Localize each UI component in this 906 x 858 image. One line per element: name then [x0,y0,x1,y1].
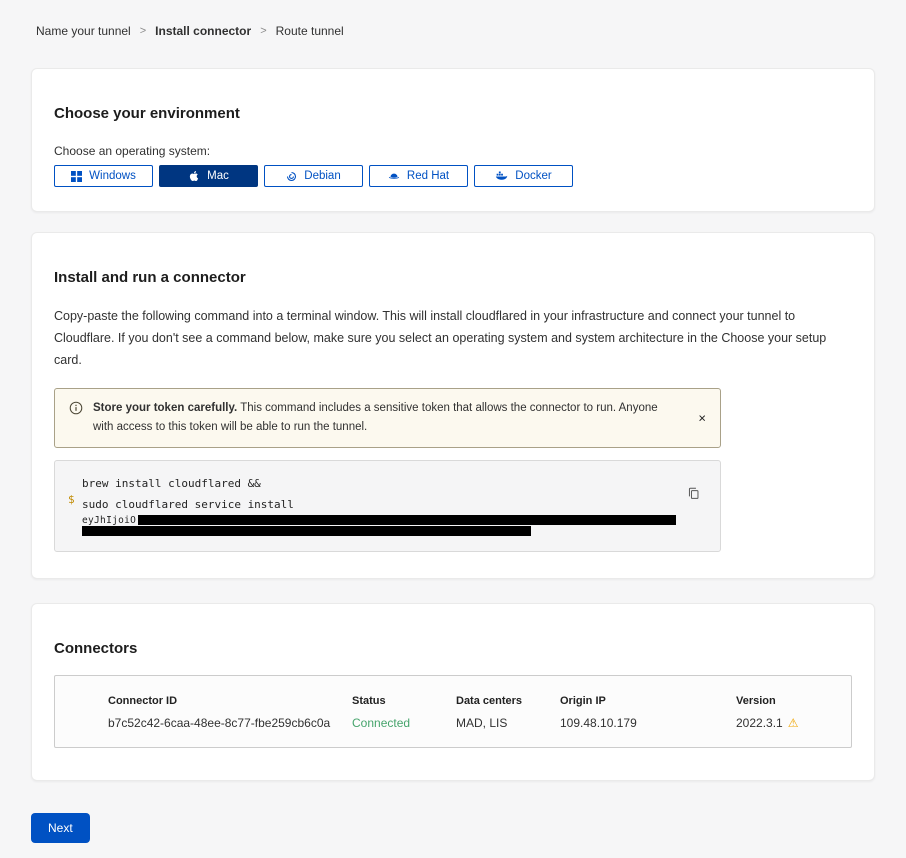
shell-prompt: $ [68,493,75,506]
token-warning-bold: Store your token carefully. [93,402,237,414]
info-circle-icon [69,401,83,437]
os-button-docker[interactable]: Docker [474,165,573,187]
redacted-token-bar [82,526,531,536]
redacted-token-bar [138,515,676,525]
connectors-card: Connectors Connector ID Status Data cent… [31,603,875,781]
os-button-label: Docker [515,170,551,182]
os-button-debian[interactable]: Debian [264,165,363,187]
os-button-mac[interactable]: Mac [159,165,258,187]
copy-icon[interactable] [687,487,700,503]
breadcrumb-separator: > [140,25,146,37]
os-button-label: Mac [207,170,229,182]
breadcrumb-separator: > [260,25,266,37]
os-button-row: Windows Mac Debian Red Hat Docker [54,165,852,187]
install-connector-card: Install and run a connector Copy-paste t… [31,232,875,579]
cell-connector-id: b7c52c42-6caa-48ee-8c77-fbe259cb6c0a [108,716,352,730]
install-card-title: Install and run a connector [54,269,852,286]
code-lines: brew install cloudflared && sudo cloudfl… [82,473,676,537]
connectors-card-title: Connectors [54,640,852,657]
column-header-connector-id: Connector ID [108,695,352,707]
os-button-label: Red Hat [407,170,449,182]
connectors-table: Connector ID Status Data centers Origin … [54,675,852,748]
choose-environment-card: Choose your environment Choose an operat… [31,68,875,212]
docker-icon [495,170,508,182]
os-button-redhat[interactable]: Red Hat [369,165,468,187]
close-icon[interactable]: × [698,410,706,425]
cell-origin-ip: 109.48.10.179 [560,716,736,730]
token-warning-alert: Store your token carefully. This command… [54,388,721,448]
breadcrumb: Name your tunnel > Install connector > R… [0,0,906,38]
version-warning-icon: ⚠ [788,717,799,729]
version-text: 2022.3.1 [736,716,783,730]
token-warning-text: Store your token carefully. This command… [93,399,680,437]
next-button[interactable]: Next [31,813,90,843]
token-line-2 [82,526,676,537]
redhat-icon [388,170,400,182]
cell-data-centers: MAD, LIS [456,716,560,730]
os-button-windows[interactable]: Windows [54,165,153,187]
windows-icon [71,171,82,182]
os-select-label: Choose an operating system: [54,144,852,158]
code-line-1: brew install cloudflared && [82,473,676,494]
breadcrumb-step-name-your-tunnel[interactable]: Name your tunnel [36,24,131,38]
os-button-label: Windows [89,170,136,182]
environment-card-title: Choose your environment [54,105,852,122]
column-header-status: Status [352,695,456,707]
column-header-version: Version [736,695,841,707]
token-prefix: eyJhIjoiO [82,515,136,526]
cell-version: 2022.3.1 ⚠ [736,716,841,730]
apple-icon [188,170,200,182]
install-description: Copy-paste the following command into a … [54,306,851,372]
code-line-2: sudo cloudflared service install [82,494,676,515]
status-badge: Connected [352,716,456,730]
install-command-code-block: $ brew install cloudflared && sudo cloud… [54,460,721,552]
column-header-origin-ip: Origin IP [560,695,736,707]
breadcrumb-step-route-tunnel[interactable]: Route tunnel [276,24,344,38]
column-header-data-centers: Data centers [456,695,560,707]
token-line-1: eyJhIjoiO [82,515,676,526]
breadcrumb-step-install-connector[interactable]: Install connector [155,24,251,38]
os-button-label: Debian [304,170,340,182]
debian-icon [286,171,297,182]
